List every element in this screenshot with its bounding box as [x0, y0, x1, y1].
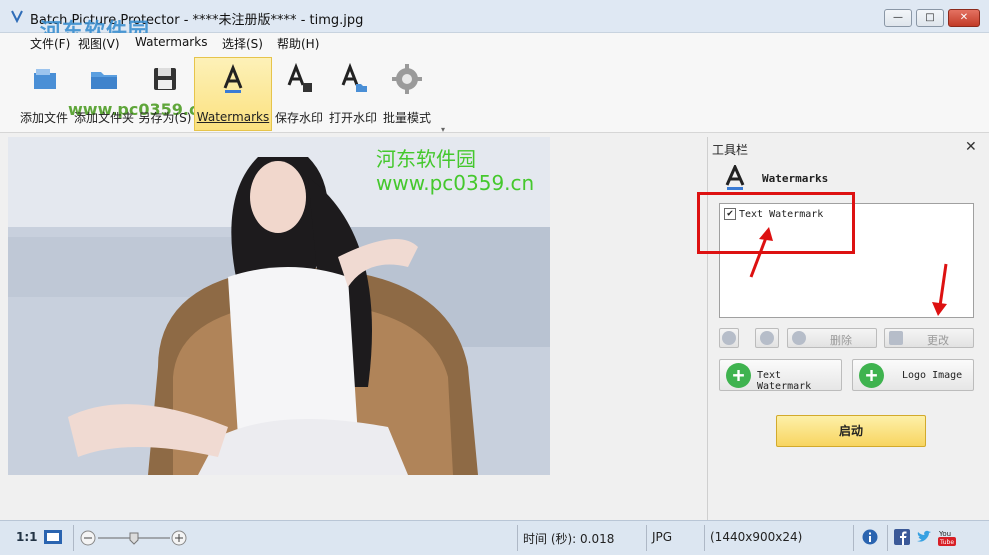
gear-icon — [392, 64, 422, 94]
add-folder-label: 添加文件夹 — [73, 111, 134, 125]
add-folder-button[interactable]: 添加文件夹 — [72, 57, 136, 131]
annotation-highlight-box — [697, 192, 855, 254]
up-icon — [722, 331, 736, 345]
watermark-heading-icon — [725, 165, 745, 190]
youtube-icon[interactable]: You Tube — [937, 528, 957, 548]
save-watermark-label: 保存水印 — [274, 111, 323, 125]
info-icon[interactable] — [862, 529, 878, 545]
twitter-icon[interactable] — [916, 529, 932, 545]
annotation-arrow-icon — [932, 263, 948, 316]
plus-icon: + — [726, 363, 751, 388]
down-icon — [760, 331, 774, 345]
panel-heading: Watermarks — [762, 172, 829, 185]
status-divider — [517, 525, 518, 551]
add-logo-image-label: Logo Image — [902, 370, 963, 381]
move-up-button[interactable] — [719, 328, 739, 348]
save-watermark-button[interactable]: 保存水印 — [273, 57, 325, 131]
watermark-icon — [223, 64, 243, 93]
add-file-label: 添加文件 — [19, 111, 68, 125]
close-button[interactable]: ✕ — [948, 9, 980, 27]
save-as-button[interactable]: 另存为(S) — [138, 57, 192, 131]
svg-text:Tube: Tube — [939, 539, 954, 546]
open-watermark-button[interactable]: 打开水印 — [327, 57, 379, 131]
add-text-watermark-label: Text Watermark — [757, 370, 812, 392]
maximize-button[interactable]: □ — [916, 9, 944, 27]
processing-time: 时间 (秒): 0.018 — [523, 532, 615, 546]
panel-close-icon[interactable]: ✕ — [965, 139, 977, 155]
panel-title: 工具栏 — [712, 143, 749, 157]
app-icon — [11, 10, 23, 23]
add-text-watermark-button[interactable]: + Text Watermark — [719, 359, 842, 392]
fit-screen-icon[interactable] — [43, 529, 63, 545]
zoom-ratio-button[interactable]: 1:1 — [16, 530, 38, 544]
batch-mode-label: 批量模式 — [382, 111, 431, 125]
image-canvas[interactable]: 河东软件园 www.pc0359.cn — [8, 137, 708, 520]
status-divider — [887, 525, 888, 551]
add-file-icon — [34, 69, 56, 89]
edit-label: 更改 — [927, 334, 949, 347]
preview-image: 河东软件园 www.pc0359.cn — [8, 137, 550, 475]
start-button[interactable]: 启动 — [776, 415, 926, 447]
menu-file[interactable]: 文件(F) — [30, 35, 70, 52]
delete-label: 删除 — [830, 334, 852, 347]
svg-text:You: You — [938, 530, 951, 538]
watermarks-button[interactable]: Watermarks — [194, 57, 272, 131]
status-divider — [646, 525, 647, 551]
open-watermark-label: 打开水印 — [328, 111, 377, 125]
save-as-label: 另存为(S) — [138, 111, 192, 125]
plus-icon: + — [859, 363, 884, 388]
toolbar: www.pc0359.cn 添加文件 添加文件夹 另存为(S) Watermar… — [0, 53, 989, 134]
open-watermark-icon — [341, 63, 367, 92]
menu-bar: 文件(F) 视图(V) Watermarks 选择(S) 帮助(H) — [0, 33, 989, 53]
toolbar-options-icon[interactable]: ▾ — [441, 125, 445, 134]
status-divider — [704, 525, 705, 551]
title-bar: Batch Picture Protector - ****未注册版**** -… — [0, 0, 989, 43]
add-folder-icon — [91, 72, 117, 89]
menu-select[interactable]: 选择(S) — [222, 35, 263, 52]
delete-button[interactable]: 删除 — [787, 328, 877, 348]
menu-watermarks[interactable]: Watermarks — [135, 35, 207, 49]
add-file-button[interactable]: 添加文件 — [18, 57, 70, 131]
save-watermark-icon — [287, 63, 312, 92]
watermarks-label: Watermarks — [196, 110, 270, 124]
edit-button[interactable]: 更改 — [884, 328, 974, 348]
add-logo-image-button[interactable]: + Logo Image — [852, 359, 974, 391]
status-bar: 1:1 时间 (秒): 0.018 JPG (1440x900x24) You … — [0, 520, 989, 555]
delete-icon — [792, 331, 806, 345]
move-down-button[interactable] — [755, 328, 779, 348]
image-watermark-url: www.pc0359.cn — [376, 171, 535, 195]
image-format: JPG — [652, 530, 673, 544]
wrench-icon — [889, 331, 903, 345]
image-dimensions: (1440x900x24) — [710, 530, 803, 544]
save-icon — [154, 68, 176, 90]
menu-help[interactable]: 帮助(H) — [277, 35, 319, 52]
minimize-button[interactable]: — — [884, 9, 912, 27]
status-divider — [73, 525, 74, 551]
menu-view[interactable]: 视图(V) — [78, 35, 120, 52]
image-watermark-text: 河东软件园 — [376, 147, 476, 171]
annotation-arrow-icon — [749, 227, 773, 278]
status-divider — [853, 525, 854, 551]
batch-mode-button[interactable]: 批量模式 — [381, 57, 433, 131]
zoom-slider[interactable] — [80, 529, 188, 547]
facebook-icon[interactable] — [894, 529, 910, 545]
